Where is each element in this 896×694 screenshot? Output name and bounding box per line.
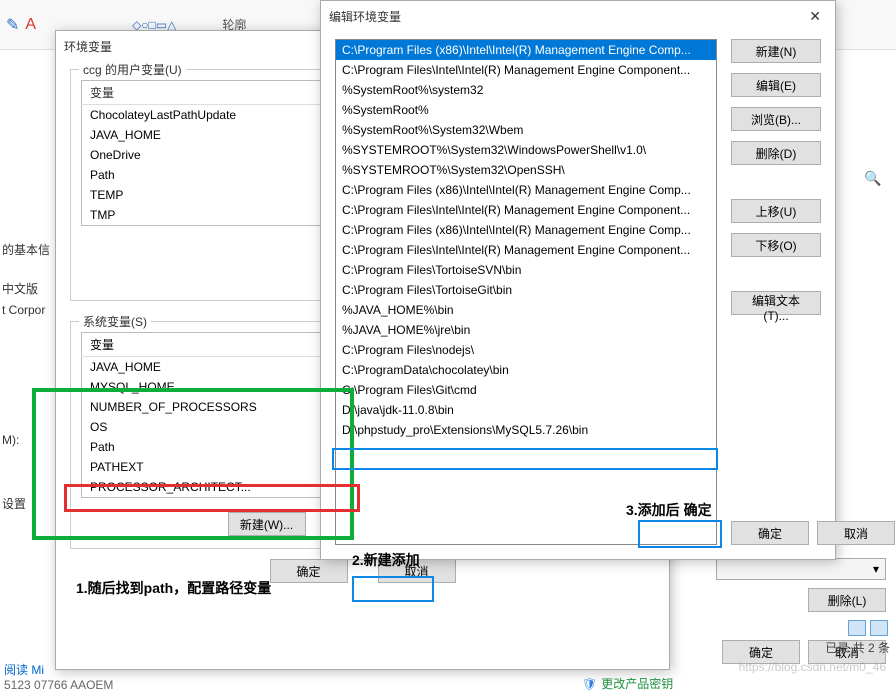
bg-label-corp: t Corpor xyxy=(2,296,45,325)
dropdown-control[interactable]: ▾ xyxy=(716,558,886,580)
new-sysvar-button[interactable]: 新建(W)... xyxy=(228,512,306,536)
list-item[interactable]: C:\Program Files\nodejs\ xyxy=(336,340,716,360)
view-icon-1[interactable] xyxy=(848,620,866,636)
list-item[interactable]: C:\Program Files (x86)\Intel\Intel(R) Ma… xyxy=(336,180,716,200)
bg-label-setting: 设置 xyxy=(2,490,26,519)
list-item[interactable]: %JAVA_HOME%\jre\bin xyxy=(336,320,716,340)
list-item[interactable]: %JAVA_HOME%\bin xyxy=(336,300,716,320)
path-down-button[interactable]: 下移(O) xyxy=(731,233,821,257)
path-edit-button[interactable]: 编辑(E) xyxy=(731,73,821,97)
list-item[interactable]: %SystemRoot%\System32\Wbem xyxy=(336,120,716,140)
list-item[interactable]: C:\Program Files\Intel\Intel(R) Manageme… xyxy=(336,240,716,260)
path-ok-button[interactable]: 确定 xyxy=(731,521,809,545)
list-item[interactable]: %SystemRoot% xyxy=(336,100,716,120)
path-dialog-body: C:\Program Files (x86)\Intel\Intel(R) Ma… xyxy=(321,31,835,559)
serial-label: 5123 07766 AAOEM xyxy=(4,678,113,692)
bg-label-m: M): xyxy=(2,426,19,455)
path-edit-text-button[interactable]: 编辑文本(T)... xyxy=(731,291,821,315)
list-item[interactable]: %SYSTEMROOT%\System32\WindowsPowerShell\… xyxy=(336,140,716,160)
annotation-step2: 2.新建添加 xyxy=(352,550,420,570)
watermark-text: https://blog.csdn.net/m0_46 xyxy=(739,660,886,674)
path-listbox[interactable]: C:\Program Files (x86)\Intel\Intel(R) Ma… xyxy=(335,39,717,545)
list-item[interactable]: %SYSTEMROOT%\System32\OpenSSH\ xyxy=(336,160,716,180)
list-item[interactable]: C:\Program Files\Intel\Intel(R) Manageme… xyxy=(336,200,716,220)
change-product-key[interactable]: 🛡 更改产品密钥 xyxy=(582,675,673,692)
path-new-button[interactable]: 新建(N) xyxy=(731,39,821,63)
annotation-step1: 1.随后找到path，配置路径变量 xyxy=(76,578,271,598)
view-icon-2[interactable] xyxy=(870,620,888,636)
env-dialog-title: 环境变量 xyxy=(64,38,112,55)
path-cancel-button[interactable]: 取消 xyxy=(817,521,895,545)
status-text: 已录 共 2 条 xyxy=(825,639,890,656)
list-item[interactable]: D:\phpstudy_pro\Extensions\MySQL5.7.26\b… xyxy=(336,420,716,440)
close-icon[interactable]: ✕ xyxy=(803,8,827,25)
list-item[interactable]: C:\Program Files\TortoiseSVN\bin xyxy=(336,260,716,280)
col-var-header[interactable]: 变量 xyxy=(82,81,341,105)
shield-icon: 🛡 xyxy=(582,677,597,691)
chevron-down-icon: ▾ xyxy=(873,562,879,576)
list-item[interactable]: C:\Program Files\Intel\Intel(R) Manageme… xyxy=(336,60,716,80)
pencil-icon: ✎ xyxy=(6,15,19,35)
list-item[interactable]: D:\java\jdk-11.0.8\bin xyxy=(336,400,716,420)
path-delete-button[interactable]: 删除(D) xyxy=(731,141,821,165)
read-link[interactable]: 阅读 Mi xyxy=(4,663,44,677)
list-item[interactable]: C:\ProgramData\chocolatey\bin xyxy=(336,360,716,380)
env-ok-button[interactable]: 确定 xyxy=(270,559,348,583)
list-item[interactable]: C:\Program Files\Git\cmd xyxy=(336,380,716,400)
list-item[interactable]: C:\Program Files (x86)\Intel\Intel(R) Ma… xyxy=(336,40,716,60)
bg-label-basic: 的基本信 xyxy=(2,236,50,265)
user-vars-group-title: ccg 的用户变量(U) xyxy=(79,61,186,78)
view-mode-icons[interactable] xyxy=(848,620,888,636)
path-dialog-titlebar: 编辑环境变量 ✕ xyxy=(321,1,835,31)
list-item[interactable]: C:\Program Files\TortoiseGit\bin xyxy=(336,280,716,300)
path-up-button[interactable]: 上移(U) xyxy=(731,199,821,223)
search-icon[interactable]: 🔍 xyxy=(864,170,881,186)
bg-right-col: 🔍 xyxy=(864,170,894,187)
annotation-step3: 3.添加后 确定 xyxy=(626,500,712,520)
path-browse-button[interactable]: 浏览(B)... xyxy=(731,107,821,131)
text-a-icon: A xyxy=(25,16,36,34)
sys-vars-group-title: 系统变量(S) xyxy=(79,313,151,330)
path-dialog-title: 编辑环境变量 xyxy=(329,8,401,25)
list-item[interactable]: %SystemRoot%\system32 xyxy=(336,80,716,100)
list-item[interactable]: C:\Program Files (x86)\Intel\Intel(R) Ma… xyxy=(336,220,716,240)
path-side-buttons: 新建(N) 编辑(E) 浏览(B)... 删除(D) 上移(U) 下移(O) 编… xyxy=(731,39,821,545)
frag-delete-button[interactable]: 删除(L) xyxy=(808,588,886,612)
edit-path-dialog: 编辑环境变量 ✕ C:\Program Files (x86)\Intel\In… xyxy=(320,0,836,560)
